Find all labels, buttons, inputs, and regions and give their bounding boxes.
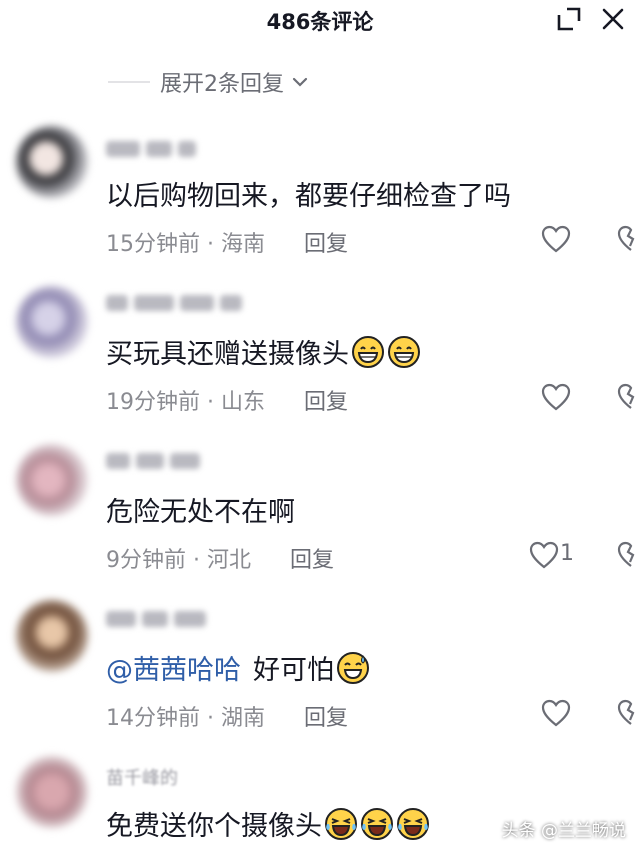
comment-region: 湖南 — [221, 706, 266, 731]
dislike-broken-heart-icon[interactable] — [616, 224, 640, 254]
like-count: 1 — [560, 541, 574, 566]
comment-time: 15分钟前 — [106, 232, 200, 257]
like-heart-icon[interactable] — [540, 224, 572, 254]
comment-meta: 19分钟前 · 山东 回复 — [106, 384, 348, 416]
comments-header: 486条评论 — [0, 0, 640, 44]
expand-replies-button[interactable]: 展开2条回复 — [108, 66, 310, 98]
laugh-cry-emoji — [397, 807, 429, 840]
comment-time: 9分钟前 — [106, 548, 186, 573]
watermark: 头条 @兰兰畅说 — [501, 821, 626, 841]
like-heart-icon[interactable] — [540, 698, 572, 728]
comment-region: 河北 — [207, 548, 252, 573]
close-icon[interactable] — [600, 6, 626, 32]
sweat-smile-emoji — [337, 651, 369, 684]
laugh-cry-emoji — [361, 807, 393, 840]
comment-region: 海南 — [221, 232, 266, 257]
comment-body: 免费送你个摄像头 — [106, 811, 322, 842]
avatar[interactable] — [16, 286, 88, 358]
username[interactable]: 苗千峰的 — [106, 764, 216, 790]
comment-text: 以后购物回来，都要仔细检查了吗 — [106, 174, 511, 213]
laugh-cry-emoji — [325, 807, 357, 840]
comments-count-title: 486条评论 — [266, 10, 374, 34]
reply-button[interactable]: 回复 — [304, 232, 348, 257]
like-heart-icon[interactable] — [540, 382, 572, 412]
comment-time: 14分钟前 — [106, 706, 200, 731]
dislike-broken-heart-icon[interactable] — [616, 698, 640, 728]
avatar[interactable] — [16, 756, 88, 828]
comment-text: 免费送你个摄像头 — [106, 804, 430, 843]
mention-link[interactable]: @茜茜哈哈 — [106, 648, 241, 687]
divider-line — [108, 81, 150, 83]
username-text: 苗千峰的 — [106, 768, 178, 789]
meta-separator: · — [193, 548, 207, 573]
comment-meta: 15分钟前 · 海南 回复 — [106, 226, 348, 258]
username[interactable] — [106, 606, 226, 632]
username[interactable] — [106, 136, 256, 162]
comment-body: 好可怕 — [253, 655, 334, 686]
comment-text: 危险无处不在啊 — [106, 490, 295, 529]
comment-body: 买玩具还赠送摄像头 — [106, 339, 349, 370]
expand-replies-label: 展开2条回复 — [160, 72, 284, 97]
comments-panel: 486条评论 展开2条回复 以后购物回来，都要仔细检查了吗 15分钟前 · 海南… — [0, 0, 640, 853]
avatar[interactable] — [16, 444, 88, 516]
chevron-down-icon — [292, 77, 308, 87]
comment-meta: 14分钟前 · 湖南 回复 — [106, 700, 348, 732]
comment-meta: 9分钟前 · 河北 回复 — [106, 542, 334, 574]
avatar[interactable] — [16, 600, 88, 672]
comment-region: 山东 — [221, 390, 266, 415]
grin-emoji — [352, 335, 384, 368]
avatar[interactable] — [16, 126, 88, 198]
dislike-broken-heart-icon[interactable] — [616, 382, 640, 412]
meta-separator: · — [207, 706, 221, 731]
comment-text: @茜茜哈哈 好可怕 — [106, 648, 370, 687]
reply-button[interactable]: 回复 — [304, 706, 348, 731]
username[interactable] — [106, 448, 216, 474]
like-heart-icon[interactable] — [528, 540, 560, 570]
username[interactable] — [106, 290, 266, 316]
meta-separator: · — [207, 232, 221, 257]
comment-body: 危险无处不在啊 — [106, 497, 295, 528]
dislike-broken-heart-icon[interactable] — [616, 540, 640, 570]
reply-button[interactable]: 回复 — [290, 548, 334, 573]
comment-time: 19分钟前 — [106, 390, 200, 415]
reply-button[interactable]: 回复 — [304, 390, 348, 415]
grin-emoji — [388, 335, 420, 368]
expand-icon[interactable] — [556, 6, 582, 32]
comment-text: 买玩具还赠送摄像头 — [106, 332, 421, 371]
comment-body: 以后购物回来，都要仔细检查了吗 — [106, 181, 511, 212]
meta-separator: · — [207, 390, 221, 415]
